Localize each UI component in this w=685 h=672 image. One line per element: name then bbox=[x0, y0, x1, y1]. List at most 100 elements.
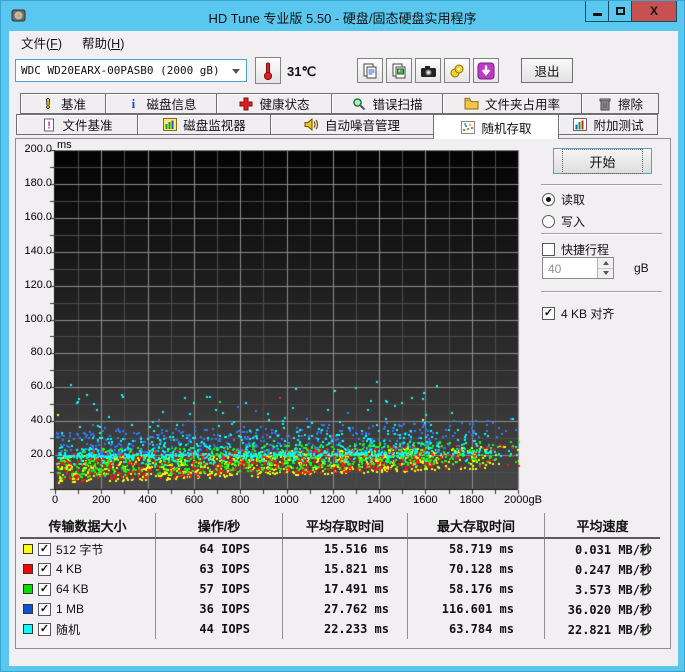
tab-aam[interactable]: 自动噪音管理 bbox=[270, 114, 434, 135]
drive-select[interactable]: WDC WD20EARX-00PASB0 (2000 gB) bbox=[15, 59, 247, 82]
avg-value: 27.762 ms bbox=[283, 599, 408, 619]
speed-value: 3.573 MB/秒 bbox=[574, 582, 652, 597]
series-checkbox[interactable]: ✓ bbox=[38, 582, 51, 596]
column-header: 平均速度 bbox=[545, 513, 660, 539]
minimize-icon bbox=[592, 12, 602, 16]
tab-random-access[interactable]: 随机存取 bbox=[433, 114, 559, 139]
series-checkbox[interactable]: ✓ bbox=[38, 542, 51, 556]
tab-disk-monitor[interactable]: 磁盘监视器 bbox=[137, 114, 271, 135]
speed-value: 36.020 MB/秒 bbox=[567, 602, 652, 617]
tab-label: 文件基准 bbox=[62, 119, 113, 133]
svg-text:!: ! bbox=[48, 120, 51, 131]
short-stroke-size-input[interactable]: 40 bbox=[542, 257, 614, 279]
legend-cell: ✓ 1 MB bbox=[20, 599, 156, 619]
series-checkbox[interactable]: ✓ bbox=[38, 622, 51, 636]
avg-value: 17.491 ms bbox=[283, 579, 408, 599]
legend-cell: ✓ 随机 bbox=[20, 619, 156, 639]
window-content: 文件(F) 帮助(H) WDC WD20EARX-00PASB0 (2000 gB… bbox=[9, 31, 678, 666]
spinner-down-button[interactable] bbox=[598, 268, 613, 278]
tab-file-benchmark[interactable]: ! 文件基准 bbox=[16, 114, 138, 135]
max-value: 70.128 ms bbox=[408, 559, 545, 579]
short-stroke-unit-label: gB bbox=[634, 261, 649, 275]
triangle-up-icon bbox=[602, 260, 609, 265]
tab-label: 健康状态 bbox=[259, 98, 310, 112]
short-stroke-checkbox[interactable]: 快捷行程 bbox=[542, 241, 609, 258]
tab-error-scan[interactable]: 错误扫描 bbox=[331, 93, 443, 114]
menu-bar: 文件(F) 帮助(H) bbox=[9, 31, 678, 53]
save-icon bbox=[450, 64, 464, 77]
tab-label: 磁盘信息 bbox=[146, 98, 197, 112]
tab-label: 随机存取 bbox=[481, 121, 532, 136]
error-scan-icon bbox=[351, 96, 367, 111]
4kb-align-checkbox[interactable]: ✓ 4 KB 对齐 bbox=[542, 305, 614, 322]
series-label: 512 字节 bbox=[56, 542, 104, 557]
series-checkbox[interactable]: ✓ bbox=[38, 562, 51, 576]
maximize-button[interactable] bbox=[608, 1, 632, 22]
tab-folder-usage[interactable]: 文件夹占用率 bbox=[442, 93, 582, 114]
legend-cell: ✓ 4 KB bbox=[20, 559, 156, 579]
temperature-value: 31℃ bbox=[287, 64, 317, 79]
save-button[interactable] bbox=[444, 58, 470, 83]
title-bar[interactable]: HD Tune 专业版 5.50 - 硬盘/固态硬盘实用程序 X bbox=[1, 1, 684, 31]
toolbar: WDC WD20EARX-00PASB0 (2000 gB) 31℃ 退出 bbox=[9, 53, 678, 93]
drive-select-value: WDC WD20EARX-00PASB0 (2000 gB) bbox=[21, 64, 220, 77]
tab-benchmark[interactable]: ! 基准 bbox=[20, 93, 106, 114]
column-header: 操作/秒 bbox=[156, 513, 283, 539]
y-tick-label: 120.0 bbox=[24, 278, 52, 291]
file-benchmark-icon: ! bbox=[41, 117, 57, 132]
radio-on-icon bbox=[542, 193, 555, 206]
menu-item-f[interactable]: 文件(F) bbox=[11, 30, 72, 55]
write-radio[interactable]: 写入 bbox=[542, 213, 585, 230]
maximize-icon bbox=[615, 7, 625, 15]
max-value: 58.176 ms bbox=[408, 579, 545, 599]
tab-disk-info[interactable]: i 磁盘信息 bbox=[105, 93, 217, 114]
minimize-button[interactable] bbox=[585, 1, 609, 22]
speed-value: 0.031 MB/秒 bbox=[574, 542, 652, 557]
tab-label: 文件夹占用率 bbox=[484, 98, 560, 112]
copy-text-button[interactable] bbox=[357, 58, 383, 83]
ops-value: 57 IOPS bbox=[156, 579, 283, 599]
column-header: 平均存取时间 bbox=[283, 513, 408, 539]
triangle-down-icon bbox=[602, 271, 609, 276]
random-access-page: ms 200.0 180.0 160.0 140.0 120.0 100.0 80.0 60.… bbox=[15, 138, 671, 649]
read-radio[interactable]: 读取 bbox=[542, 191, 585, 208]
copy-image-icon bbox=[392, 63, 406, 78]
tab-label: 擦除 bbox=[617, 98, 643, 112]
speed-value: 0.247 MB/秒 bbox=[574, 562, 652, 577]
exit-button[interactable]: 退出 bbox=[521, 58, 573, 83]
close-button[interactable]: X bbox=[631, 1, 677, 22]
avg-value: 15.516 ms bbox=[283, 539, 408, 559]
tab-extra-tests[interactable]: 附加测试 bbox=[558, 114, 658, 135]
tab-health[interactable]: 健康状态 bbox=[216, 93, 332, 114]
screenshot-button[interactable] bbox=[415, 58, 441, 83]
x-tick-label: 1800 bbox=[459, 494, 484, 506]
column-header: 最大存取时间 bbox=[408, 513, 545, 539]
disk-info-icon: i bbox=[131, 95, 136, 111]
series-label: 64 KB bbox=[56, 582, 89, 596]
tab-erase[interactable]: 擦除 bbox=[581, 93, 659, 114]
y-tick-label: 100.0 bbox=[24, 312, 52, 325]
y-tick-label: 40.0 bbox=[30, 414, 52, 427]
benchmark-icon: ! bbox=[45, 96, 51, 111]
avg-value: 22.233 ms bbox=[283, 619, 408, 639]
download-icon bbox=[477, 62, 495, 79]
speed-value: 22.821 MB/秒 bbox=[567, 622, 652, 637]
spinner-up-button[interactable] bbox=[598, 258, 613, 269]
erase-icon bbox=[597, 96, 613, 111]
health-icon bbox=[238, 96, 254, 111]
tab-row-2: ! 文件基准 磁盘监视器 自动噪音管理 随机存取 附加测试 bbox=[16, 114, 658, 139]
checkbox-unchecked-icon bbox=[542, 243, 555, 256]
aam-icon bbox=[304, 117, 320, 132]
start-button[interactable]: 开始 bbox=[553, 148, 652, 174]
ops-value: 63 IOPS bbox=[156, 559, 283, 579]
series-checkbox[interactable]: ✓ bbox=[38, 602, 51, 616]
menu-item-h[interactable]: 帮助(H) bbox=[72, 30, 134, 55]
max-value: 116.601 ms bbox=[408, 599, 545, 619]
copy-image-button[interactable] bbox=[386, 58, 412, 83]
tab-label: 磁盘监视器 bbox=[183, 119, 246, 133]
x-tick-label: 2000gB bbox=[504, 494, 542, 506]
extra-tests-icon bbox=[572, 117, 588, 132]
series-label: 1 MB bbox=[56, 602, 85, 616]
temperature-button[interactable] bbox=[255, 57, 281, 84]
download-button[interactable] bbox=[473, 58, 499, 83]
